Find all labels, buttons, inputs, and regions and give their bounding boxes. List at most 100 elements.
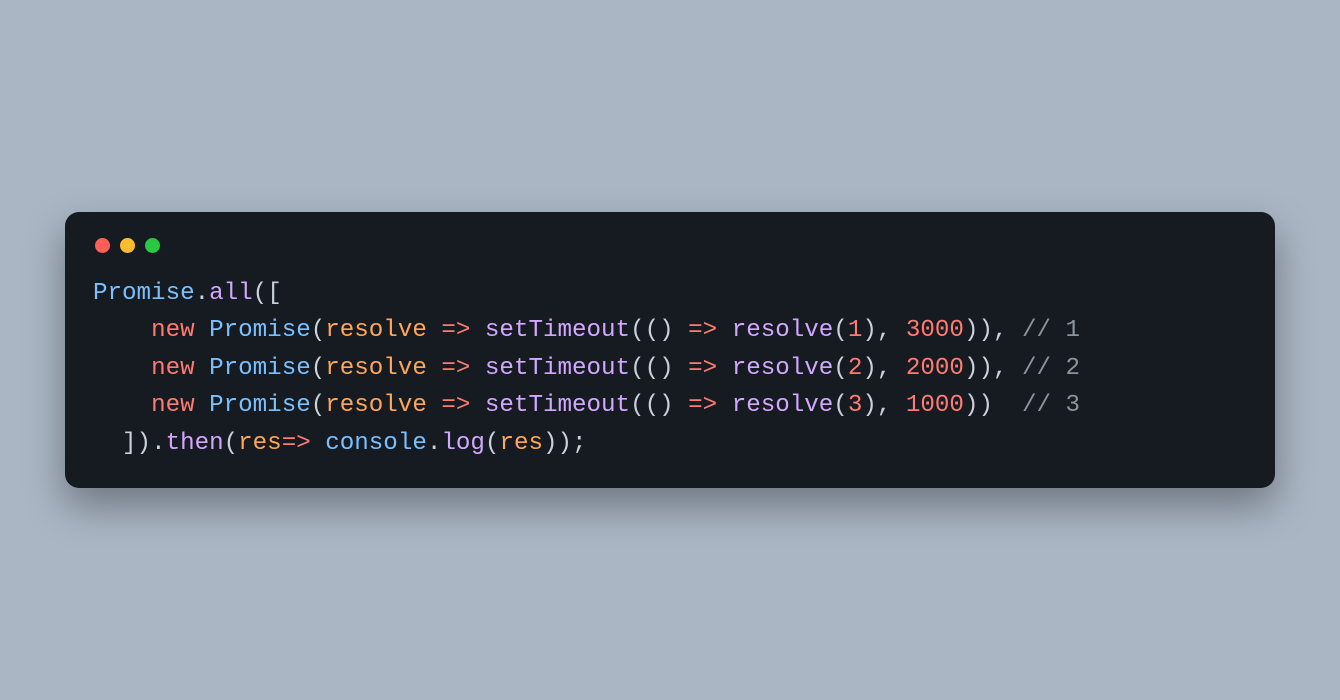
indent [93,430,122,457]
sp [195,317,210,344]
token-open-paren: ( [224,430,239,457]
token-close-paren: ) [862,317,877,344]
token-resolve-param: resolve [325,317,427,344]
sp [891,317,906,344]
token-open-paren: ( [485,430,500,457]
token-open-bracket: [ [267,280,282,307]
token-res-param: res [238,430,282,457]
indent [93,355,151,382]
token-arrow: => [688,355,717,382]
minimize-icon[interactable] [120,238,135,253]
token-close-paren: ) [978,392,993,419]
token-open-paren: ( [311,317,326,344]
token-comma: , [877,317,892,344]
token-close-paren: ) [978,317,993,344]
token-open-paren: ( [833,392,848,419]
token-number-3: 3 [848,392,863,419]
sp [195,392,210,419]
sp [470,317,485,344]
window-titlebar [93,234,1247,275]
sp [891,392,906,419]
token-open-paren: ( [253,280,268,307]
sp [427,392,442,419]
token-new: new [151,317,195,344]
token-settimeout: setTimeout [485,355,630,382]
token-comment-1: // 1 [1022,317,1080,344]
token-promise: Promise [93,280,195,307]
indent [93,317,151,344]
sp [470,392,485,419]
token-then: then [166,430,224,457]
token-open-paren: ( [630,392,645,419]
token-open-paren: ( [833,317,848,344]
token-open-paren: ( [630,355,645,382]
token-settimeout: setTimeout [485,317,630,344]
token-dot: . [151,430,166,457]
sp [427,355,442,382]
token-comment-2: // 2 [1022,355,1080,382]
token-all: all [209,280,253,307]
sp [993,392,1008,419]
token-close-paren: ) [862,392,877,419]
token-empty-parens: () [645,392,674,419]
token-settimeout: setTimeout [485,392,630,419]
token-close-paren: ) [964,355,979,382]
sp [674,317,689,344]
token-arrow: => [441,317,470,344]
token-open-paren: ( [630,317,645,344]
token-close-paren: ) [862,355,877,382]
token-empty-parens: () [645,317,674,344]
maximize-icon[interactable] [145,238,160,253]
sp [1007,392,1022,419]
sp [470,355,485,382]
sp [891,355,906,382]
token-close-paren: ) [964,392,979,419]
token-promise: Promise [209,392,311,419]
token-comment-3: // 3 [1022,392,1080,419]
token-dot: . [195,280,210,307]
token-resolve-param: resolve [325,355,427,382]
token-empty-parens: () [645,355,674,382]
token-number-2000: 2000 [906,355,964,382]
token-console: console [325,430,427,457]
token-log: log [441,430,485,457]
code-window: Promise.all([ new Promise(resolve => set… [65,212,1275,489]
sp [195,355,210,382]
sp [674,355,689,382]
sp [1007,317,1022,344]
token-resolve-param: resolve [325,392,427,419]
token-res-arg: res [499,430,543,457]
token-open-paren: ( [311,392,326,419]
token-comma: , [993,317,1008,344]
token-number-1: 1 [848,317,863,344]
token-resolve-call: resolve [732,317,834,344]
sp [311,430,326,457]
token-close-paren: ) [558,430,573,457]
sp [717,317,732,344]
sp [427,317,442,344]
token-promise: Promise [209,355,311,382]
token-number-2: 2 [848,355,863,382]
token-number-1000: 1000 [906,392,964,419]
token-arrow: => [688,392,717,419]
token-resolve-call: resolve [732,392,834,419]
close-icon[interactable] [95,238,110,253]
token-close-paren: ) [964,317,979,344]
token-open-paren: ( [311,355,326,382]
token-comma: , [993,355,1008,382]
sp [1007,355,1022,382]
code-block: Promise.all([ new Promise(resolve => set… [93,275,1247,463]
token-arrow: => [441,355,470,382]
token-arrow: => [282,430,311,457]
token-close-paren: ) [137,430,152,457]
sp [717,392,732,419]
token-arrow: => [688,317,717,344]
token-new: new [151,392,195,419]
indent [93,392,151,419]
token-dot: . [427,430,442,457]
token-close-paren: ) [978,355,993,382]
token-semicolon: ; [572,430,587,457]
token-comma: , [877,392,892,419]
token-close-bracket: ] [122,430,137,457]
token-resolve-call: resolve [732,355,834,382]
